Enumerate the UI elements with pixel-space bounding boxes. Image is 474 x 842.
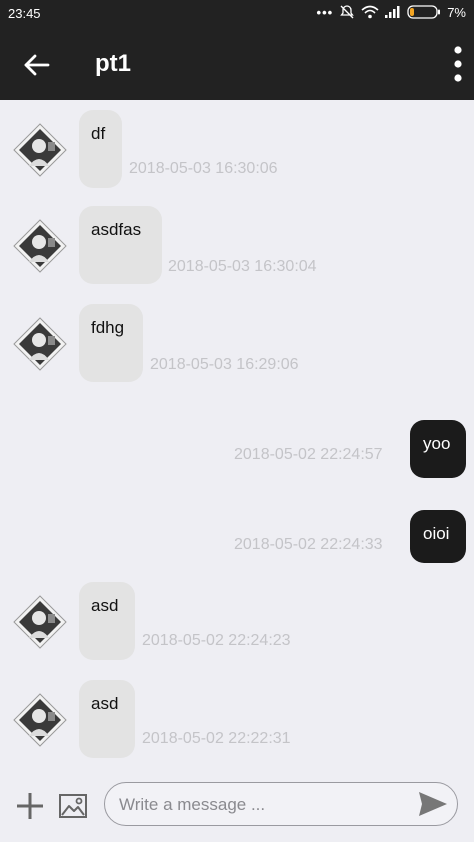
message-bubble-incoming[interactable]: fdhg xyxy=(79,304,143,382)
chat-title: pt1 xyxy=(95,50,131,77)
message-row: asd 2018-05-02 22:22:31 xyxy=(0,680,474,760)
message-text: asdfas xyxy=(91,220,142,239)
message-bubble-incoming[interactable]: asdfas xyxy=(79,206,162,284)
message-timestamp: 2018-05-03 16:30:06 xyxy=(129,160,278,177)
message-timestamp: 2018-05-02 22:24:23 xyxy=(142,632,291,649)
message-list[interactable]: df 2018-05-03 16:30:06 asdfas 2018-05-03… xyxy=(0,100,474,770)
signal-icon xyxy=(385,6,400,18)
avatar xyxy=(13,317,67,371)
status-icons: ••• 7% xyxy=(317,4,466,20)
message-text: asd xyxy=(91,694,119,713)
app-bar: pt1 xyxy=(0,28,474,100)
message-bubble-incoming[interactable]: df xyxy=(79,110,122,188)
more-vertical-icon[interactable] xyxy=(450,44,466,84)
send-icon[interactable] xyxy=(417,789,449,819)
message-row: yoo 2018-05-02 22:24:57 xyxy=(0,420,474,480)
message-text: df xyxy=(91,124,106,143)
status-bar: 23:45 ••• 7% xyxy=(0,0,474,28)
avatar xyxy=(13,595,67,649)
status-time: 23:45 xyxy=(8,6,41,21)
message-text: yoo xyxy=(423,434,451,453)
message-timestamp: 2018-05-03 16:29:06 xyxy=(150,356,299,373)
message-bubble-incoming[interactable]: asd xyxy=(79,582,135,660)
message-row: oioi 2018-05-02 22:24:33 xyxy=(0,510,474,570)
avatar xyxy=(13,693,67,747)
message-timestamp: 2018-05-02 22:24:33 xyxy=(234,536,383,553)
battery-icon xyxy=(407,5,441,19)
dots-icon: ••• xyxy=(316,4,334,20)
message-text: asd xyxy=(91,596,119,615)
message-bubble-incoming[interactable]: asd xyxy=(79,680,135,758)
message-input-box[interactable] xyxy=(104,782,458,826)
image-icon[interactable] xyxy=(58,791,88,821)
message-timestamp: 2018-05-02 22:22:31 xyxy=(142,730,291,747)
message-timestamp: 2018-05-03 16:30:04 xyxy=(168,258,317,275)
arrow-left-icon[interactable] xyxy=(20,48,54,82)
message-bubble-outgoing[interactable]: yoo xyxy=(410,420,466,478)
message-composer xyxy=(0,770,474,842)
message-input[interactable] xyxy=(117,789,411,821)
message-row: asdfas 2018-05-03 16:30:04 xyxy=(0,206,474,286)
plus-icon[interactable] xyxy=(14,790,46,822)
message-timestamp: 2018-05-02 22:24:57 xyxy=(234,446,383,463)
avatar xyxy=(13,123,67,177)
message-row: fdhg 2018-05-03 16:29:06 xyxy=(0,304,474,384)
wifi-icon xyxy=(361,5,379,19)
message-row: asd 2018-05-02 22:24:23 xyxy=(0,582,474,662)
message-text: fdhg xyxy=(91,318,125,337)
message-text: oioi xyxy=(423,524,450,543)
message-row: df 2018-05-03 16:30:06 xyxy=(0,110,474,190)
bell-off-icon xyxy=(340,5,355,19)
avatar xyxy=(13,219,67,273)
battery-percent: 7% xyxy=(447,4,466,20)
message-bubble-outgoing[interactable]: oioi xyxy=(410,510,466,563)
